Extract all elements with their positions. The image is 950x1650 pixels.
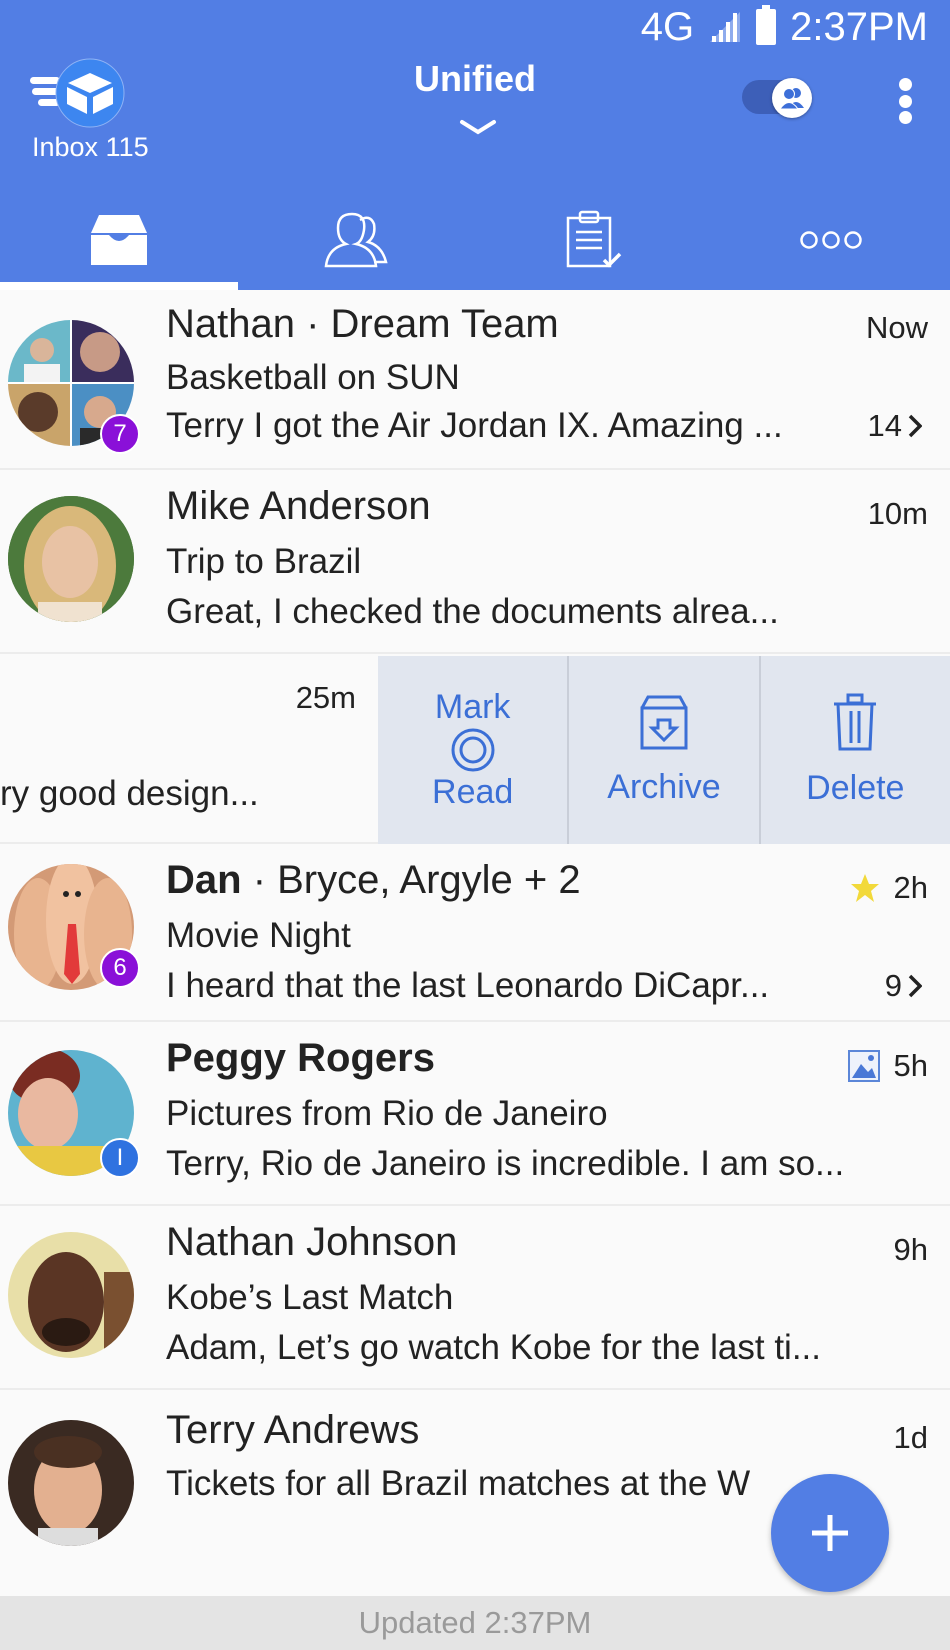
compose-button[interactable]	[771, 1474, 889, 1592]
signal-icon	[710, 12, 741, 42]
chevron-right-icon	[908, 974, 922, 998]
mark-read-label-bottom: Read	[432, 773, 514, 811]
message-time: 10m	[867, 496, 928, 531]
menu-dot	[898, 78, 912, 91]
message-preview: Great, I checked the documents alrea...	[166, 592, 779, 631]
unread-badge: I	[100, 1138, 140, 1178]
star-icon[interactable]	[850, 873, 880, 903]
sender-name: Peggy Rogers	[166, 1036, 435, 1081]
group-name: Bryce, Argyle + 2	[277, 858, 581, 902]
message-preview: ry good design...	[0, 774, 259, 813]
message-preview: I heard that the last Leonardo DiCapr...	[166, 966, 770, 1005]
sender-name: Terry Andrews	[166, 1408, 420, 1452]
message-time: 1d	[893, 1420, 928, 1455]
group-name: Dream Team	[330, 302, 559, 346]
account-toggle-knob[interactable]	[772, 78, 812, 118]
message-row[interactable]: 7 Nathan · Dream Team Now Basketball on …	[0, 290, 950, 470]
message-row[interactable]: 6 Dan · Bryce, Argyle + 2 2h Movie Night…	[0, 844, 950, 1022]
menu-dot	[898, 94, 912, 108]
contacts-icon	[324, 212, 388, 268]
separator-dot: ·	[241, 858, 278, 902]
message-time-wrap: 2h	[850, 870, 928, 906]
thread-count-value: 9	[884, 968, 902, 1003]
image-attachment-icon	[847, 1050, 880, 1082]
sender-name: Mike Anderson	[166, 484, 431, 528]
chevron-right-icon	[908, 414, 922, 438]
battery-icon	[756, 5, 777, 45]
archive-icon	[640, 695, 688, 749]
message-subject: Pictures from Rio de Janeiro	[166, 1094, 608, 1133]
tab-contacts[interactable]	[238, 190, 476, 290]
more-circles-icon	[800, 231, 862, 249]
message-row-swiped[interactable]: 25m ry good design... Mark Read Archive	[0, 654, 950, 844]
chevron-down-icon[interactable]	[458, 118, 498, 138]
message-preview: Terry, Rio de Janeiro is incredible. I a…	[166, 1144, 845, 1183]
message-time: Now	[865, 310, 928, 345]
mark-read-button[interactable]: Mark Read	[378, 656, 570, 844]
message-subject: Basketball on SUN	[166, 358, 460, 397]
inbox-tray-icon	[90, 215, 147, 265]
avatar	[8, 496, 134, 622]
message-row[interactable]: I Peggy Rogers 5h Pictures from Rio de J…	[0, 1022, 950, 1206]
tab-inbox[interactable]	[0, 190, 238, 290]
sync-status: Updated 2:37PM	[0, 1596, 950, 1650]
message-subject: Kobe’s Last Match	[166, 1278, 454, 1317]
people-icon	[779, 88, 804, 110]
message-time: 25m	[295, 680, 356, 715]
sender: Nathan	[166, 302, 295, 346]
sender-name: Dan · Bryce, Argyle + 2	[166, 858, 581, 903]
app-header: 4G 2:37PM Inbox 115 Unified	[0, 0, 950, 290]
message-time: 2h	[893, 870, 928, 905]
clock: 2:37PM	[790, 4, 928, 49]
avatar	[8, 1420, 134, 1546]
tab-more[interactable]	[713, 190, 950, 290]
thread-count[interactable]: 9	[885, 968, 922, 1004]
message-time: 5h	[893, 1048, 928, 1083]
avatar	[8, 1232, 134, 1358]
message-subject: Movie Night	[166, 916, 351, 955]
message-time-wrap: 5h	[847, 1048, 928, 1084]
tab-bar	[0, 190, 950, 290]
sender-name: Nathan · Dream Team	[166, 302, 559, 347]
thread-count[interactable]: 14	[868, 408, 922, 444]
delete-button[interactable]: Delete	[761, 656, 950, 844]
sender-name: Nathan Johnson	[166, 1220, 458, 1264]
separator-dot: ·	[294, 302, 331, 346]
mark-read-label-top: Mark	[434, 688, 511, 726]
swipe-actions: Mark Read Archive Delete	[378, 656, 950, 844]
trash-icon	[834, 693, 877, 750]
message-preview: Adam, Let’s go watch Kobe for the last t…	[166, 1328, 821, 1367]
message-subject: Trip to Brazil	[166, 542, 362, 581]
message-subject: Tickets for all Brazil matches at the W	[166, 1464, 751, 1503]
inbox-count: Inbox 115	[32, 132, 149, 162]
delete-label: Delete	[806, 768, 905, 807]
unread-badge: 6	[100, 948, 140, 988]
unread-badge: 7	[100, 414, 140, 454]
sender: Peggy Rogers	[166, 1036, 435, 1080]
message-row[interactable]: Mike Anderson 10m Trip to Brazil Great, …	[0, 470, 950, 654]
mark-read-icon	[451, 728, 495, 772]
tab-tasks[interactable]	[475, 190, 713, 290]
archive-button[interactable]: Archive	[569, 656, 761, 844]
archive-label: Archive	[607, 767, 721, 806]
sender: Dan	[166, 858, 242, 902]
overflow-menu-button[interactable]	[894, 78, 916, 124]
clipboard-check-icon	[566, 210, 621, 268]
message-row[interactable]: Nathan Johnson 9h Kobe’s Last Match Adam…	[0, 1206, 950, 1390]
plus-icon	[812, 1515, 848, 1551]
swiped-content[interactable]: 25m ry good design...	[0, 654, 378, 842]
message-preview: Terry I got the Air Jordan IX. Amazing .…	[166, 406, 783, 445]
status-bar: 4G 2:37PM	[641, 2, 928, 52]
network-type: 4G	[640, 4, 695, 49]
thread-count-value: 14	[867, 408, 902, 443]
menu-dot	[898, 111, 912, 124]
message-time: 9h	[893, 1232, 928, 1267]
